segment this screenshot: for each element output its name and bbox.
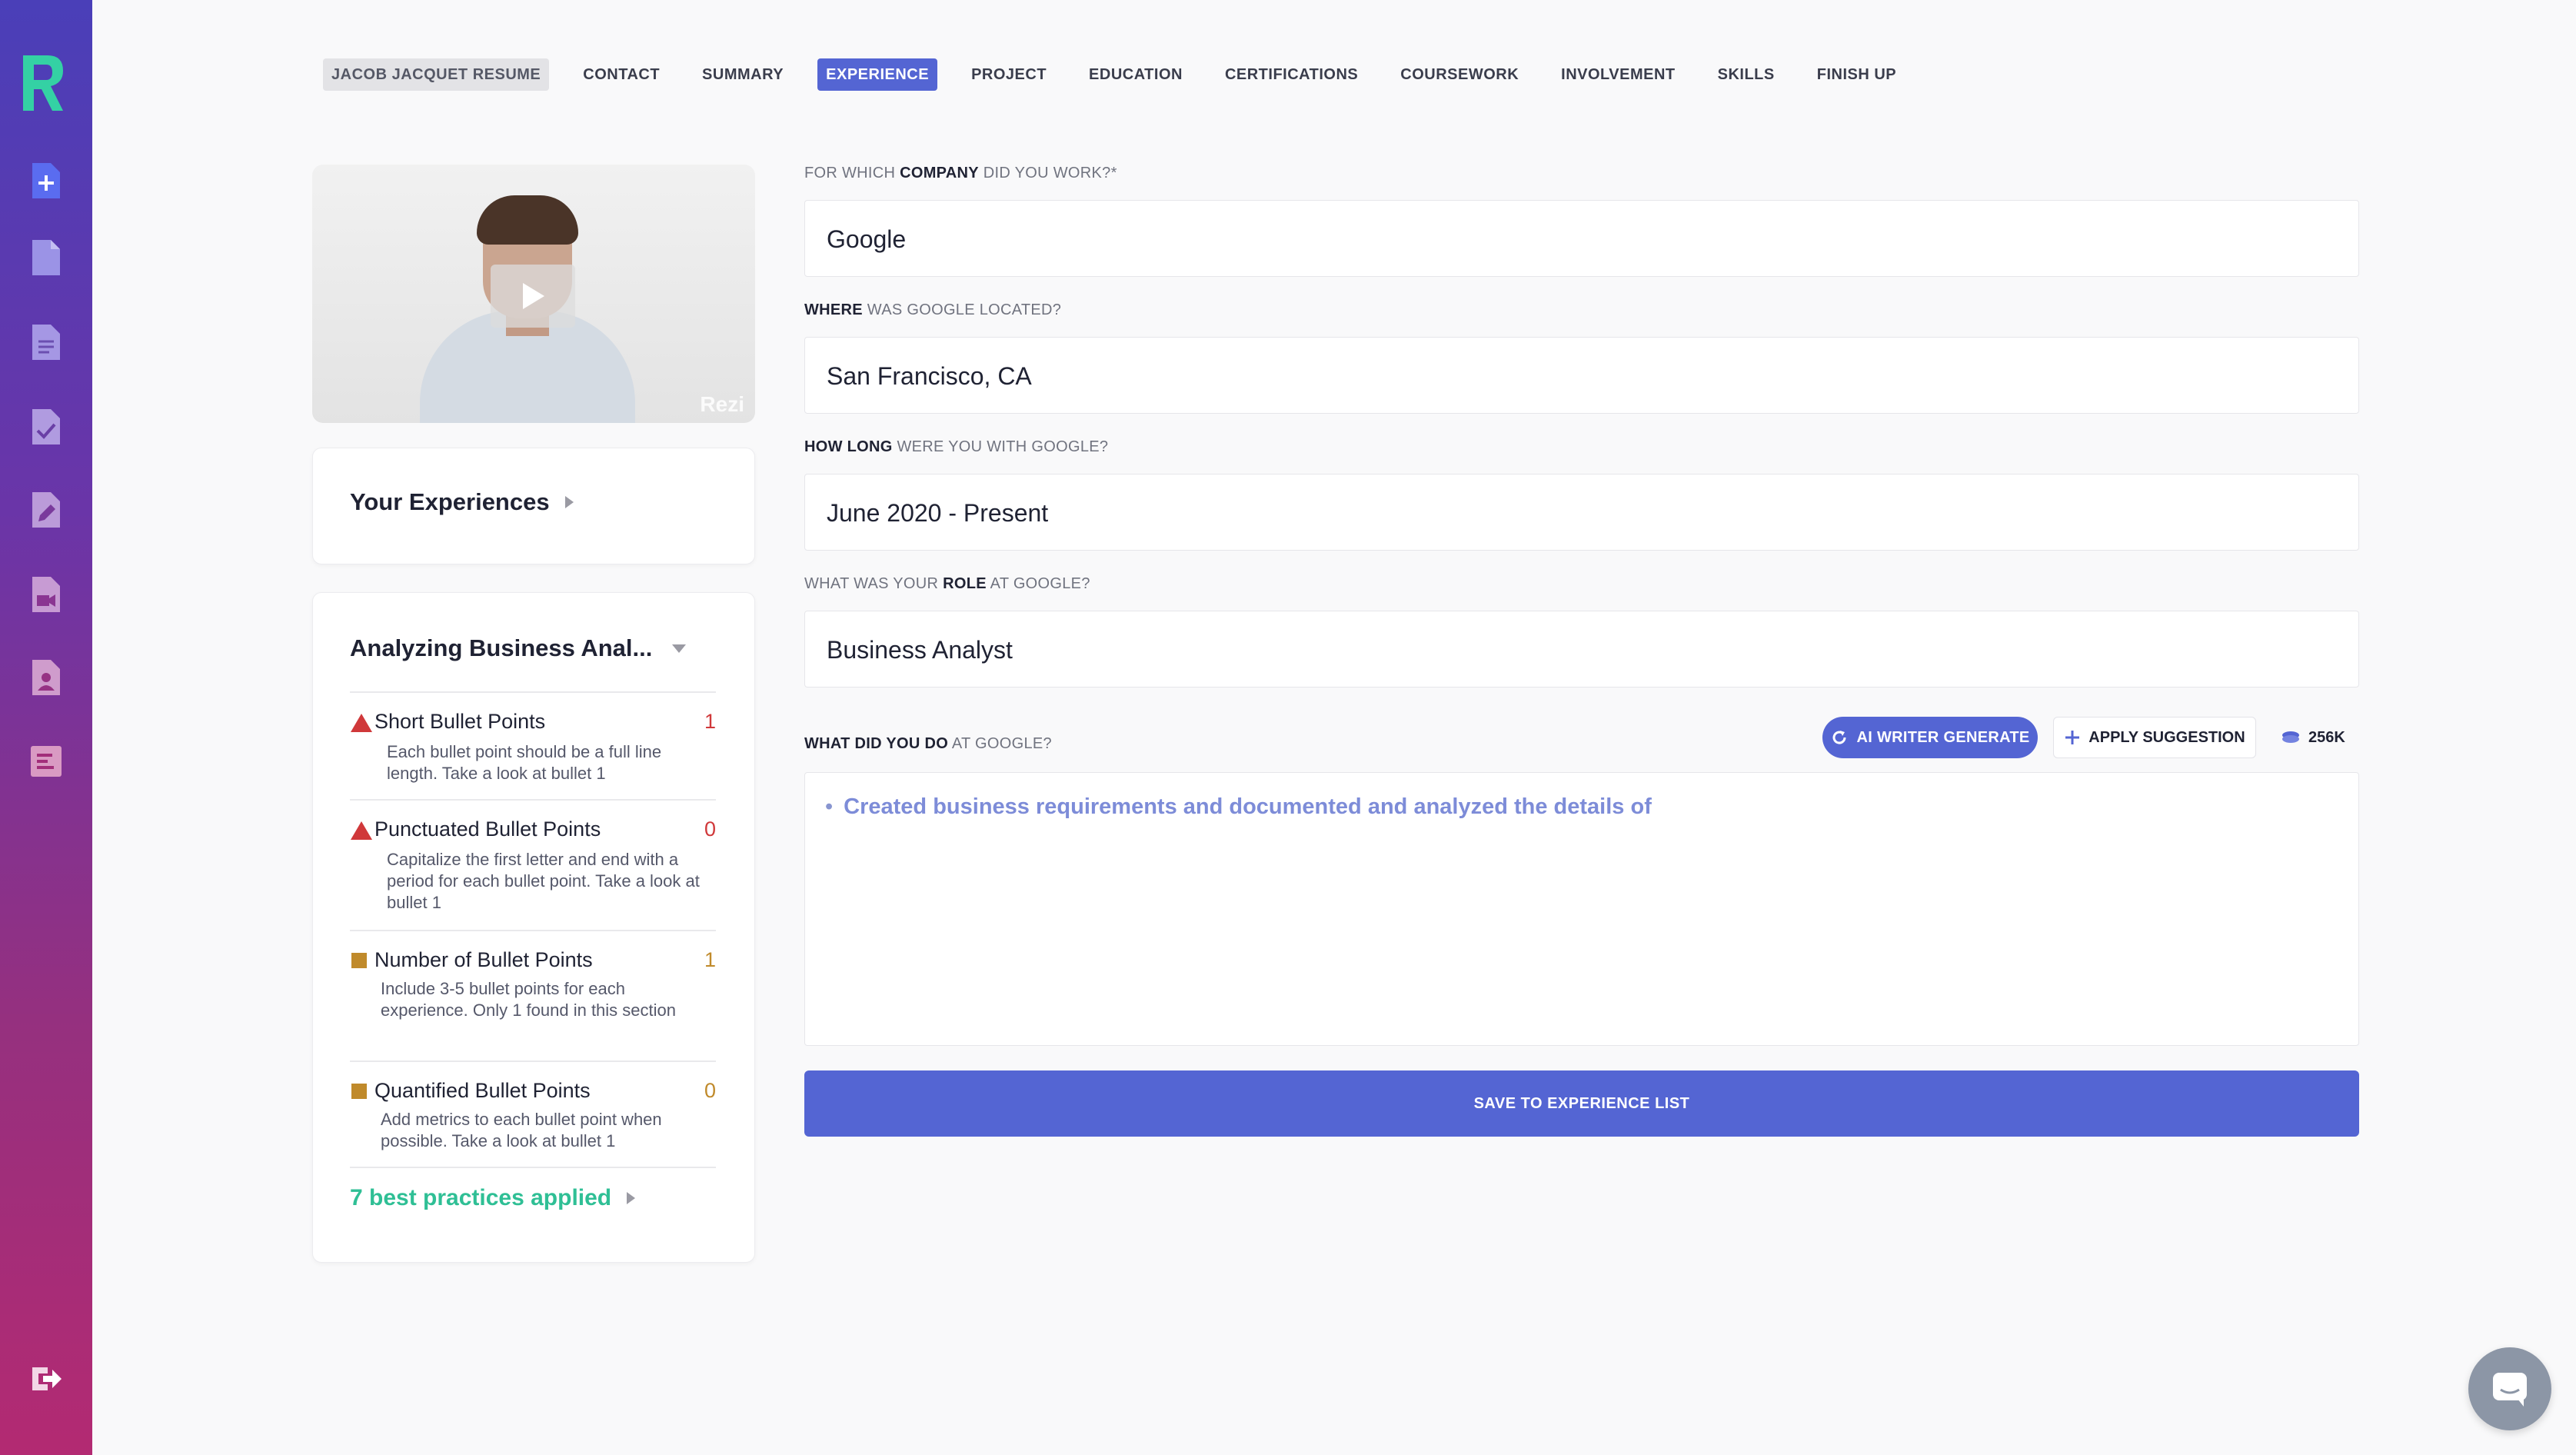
chevron-down-icon	[672, 644, 687, 653]
add-document-icon[interactable]	[29, 161, 63, 200]
bullet-dot: •	[825, 794, 834, 819]
bullet-text: Created business requirements and docume…	[844, 794, 1652, 819]
video-watermark: Rezi	[700, 392, 744, 416]
analysis-item-desc: Include 3-5 bullet points for each exper…	[381, 979, 677, 1020]
report-icon[interactable]	[29, 741, 63, 780]
analysis-item-desc: Capitalize the first letter and end with…	[387, 850, 700, 912]
duties-textarea[interactable]: • Created business requirements and docu…	[804, 772, 2359, 1046]
ai-credits: 256K	[2281, 717, 2345, 758]
divider	[350, 1060, 716, 1062]
save-to-experience-list-button[interactable]: SAVE TO EXPERIENCE LIST	[804, 1070, 2359, 1137]
chevron-right-icon	[564, 496, 574, 508]
analysis-item: Short Bullet Points 1 Each bullet point …	[350, 710, 716, 784]
experiences-title: Your Experiences	[350, 488, 550, 515]
analysis-item-desc: Add metrics to each bullet point when po…	[381, 1110, 662, 1150]
play-button[interactable]	[491, 265, 575, 328]
analysis-item-name: Number of Bullet Points	[374, 948, 593, 971]
company-field[interactable]: Google	[804, 200, 2359, 277]
analysis-item: Quantified Bullet Points 0 Add metrics t…	[350, 1079, 716, 1152]
video-document-icon[interactable]	[29, 575, 63, 614]
analysis-item-name: Punctuated Bullet Points	[374, 817, 601, 841]
ai-writer-generate-button[interactable]: AI WRITER GENERATE	[1822, 717, 2038, 758]
play-icon	[523, 283, 544, 309]
analysis-item-name: Quantified Bullet Points	[374, 1079, 591, 1102]
company-label: FOR WHICH COMPANY DID YOU WORK?*	[804, 165, 1117, 181]
text-document-icon[interactable]	[29, 323, 63, 361]
experiences-toggle[interactable]: Your Experiences	[350, 488, 574, 516]
analysis-item-count: 0	[704, 817, 716, 841]
tab-skills[interactable]: SKILLS	[1709, 58, 1783, 91]
apply-suggestion-button[interactable]: APPLY SUGGESTION	[2053, 717, 2256, 758]
divider	[350, 1167, 716, 1168]
tab-experience[interactable]: EXPERIENCE	[817, 58, 938, 91]
profile-document-icon[interactable]	[29, 658, 63, 697]
duties-label: WHAT DID YOU DO AT GOOGLE?	[804, 735, 1052, 752]
analysis-toggle[interactable]: Analyzing Business Anal...	[350, 634, 687, 662]
warning-square-icon	[350, 1079, 374, 1104]
logout-icon[interactable]	[29, 1360, 63, 1398]
edit-document-icon[interactable]	[29, 491, 63, 529]
duration-label: HOW LONG WERE YOU WITH GOOGLE?	[804, 438, 1109, 455]
tab-coursework[interactable]: COURSEWORK	[1392, 58, 1527, 91]
best-practices-toggle[interactable]: 7 best practices applied	[350, 1185, 636, 1211]
plus-icon	[2065, 731, 2080, 744]
document-icon[interactable]	[29, 238, 63, 277]
divider	[350, 691, 716, 693]
error-triangle-icon	[350, 817, 374, 844]
divider	[350, 930, 716, 931]
chat-icon	[2493, 1373, 2527, 1407]
best-practices-label: 7 best practices applied	[350, 1185, 612, 1210]
analysis-title: Analyzing Business Anal...	[350, 634, 653, 661]
location-label: WHERE WAS GOOGLE LOCATED?	[804, 301, 1062, 318]
role-field[interactable]: Business Analyst	[804, 611, 2359, 688]
error-triangle-icon	[350, 710, 374, 737]
warning-square-icon	[350, 948, 374, 974]
tutorial-video[interactable]: Rezi	[312, 165, 755, 423]
chevron-right-icon	[627, 1192, 636, 1204]
ai-writer-generate-label: AI WRITER GENERATE	[1856, 728, 2030, 746]
analysis-item-count: 1	[704, 948, 716, 971]
experiences-card[interactable]: Your Experiences	[312, 448, 755, 564]
rezi-logo[interactable]	[20, 49, 66, 114]
tab-summary[interactable]: SUMMARY	[694, 58, 792, 91]
section-nav: JACOB JACQUET RESUME CONTACT SUMMARY EXP…	[323, 58, 1930, 91]
coins-icon	[2282, 731, 2299, 743]
analysis-item-count: 0	[704, 1079, 716, 1102]
tab-certifications[interactable]: CERTIFICATIONS	[1216, 58, 1366, 91]
sidebar	[0, 0, 92, 1455]
tab-education[interactable]: EDUCATION	[1080, 58, 1191, 91]
bullet-point: • Created business requirements and docu…	[825, 794, 1652, 820]
ai-credits-value: 256K	[2308, 728, 2345, 746]
tab-finish-up[interactable]: FINISH UP	[1809, 58, 1905, 91]
role-label: WHAT WAS YOUR ROLE AT GOOGLE?	[804, 575, 1090, 592]
refresh-icon	[1833, 731, 1846, 744]
tab-involvement[interactable]: INVOLVEMENT	[1553, 58, 1683, 91]
divider	[350, 799, 716, 801]
chat-launcher[interactable]	[2468, 1347, 2551, 1430]
video-person-hair	[477, 195, 578, 245]
resume-name-tab[interactable]: JACOB JACQUET RESUME	[323, 58, 550, 91]
analysis-item: Number of Bullet Points 1 Include 3-5 bu…	[350, 948, 716, 1021]
analysis-item-count: 1	[704, 710, 716, 733]
analysis-item: Punctuated Bullet Points 0 Capitalize th…	[350, 817, 716, 914]
apply-suggestion-label: APPLY SUGGESTION	[2088, 728, 2245, 746]
tab-contact[interactable]: CONTACT	[574, 58, 668, 91]
checked-document-icon[interactable]	[29, 408, 63, 446]
duration-field[interactable]: June 2020 - Present	[804, 474, 2359, 551]
analysis-item-name: Short Bullet Points	[374, 710, 546, 733]
analysis-card: Analyzing Business Anal... Short Bullet …	[312, 592, 755, 1263]
analysis-item-desc: Each bullet point should be a full line …	[387, 742, 662, 783]
tab-project[interactable]: PROJECT	[963, 58, 1055, 91]
location-field[interactable]: San Francisco, CA	[804, 337, 2359, 414]
